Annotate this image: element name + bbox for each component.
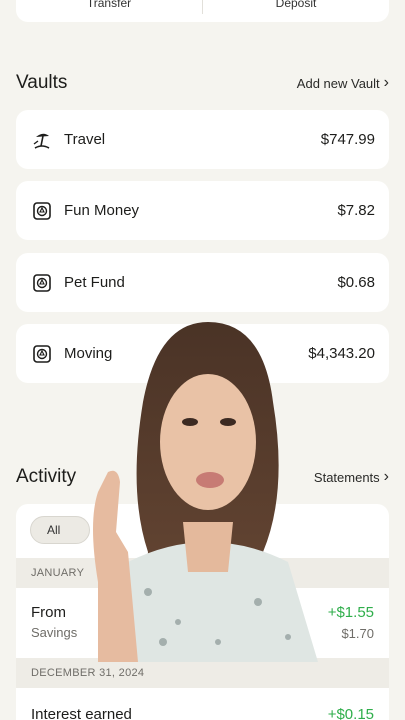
vaults-title: Vaults	[16, 72, 68, 93]
vault-lock-icon	[32, 201, 52, 221]
transfer-button[interactable]: Transfer	[16, 0, 202, 22]
vault-row-travel[interactable]: Travel $747.99	[16, 110, 389, 169]
vault-name: Pet Fund	[64, 274, 125, 291]
txn-title: Interest earned	[31, 706, 132, 720]
add-vault-link[interactable]: Add new Vault ›	[297, 75, 389, 91]
beach-icon	[32, 130, 52, 150]
vault-amount: $7.82	[337, 202, 375, 219]
date-header: DECEMBER 31, 2024	[16, 658, 389, 688]
top-actions-card: Transfer Deposit	[16, 0, 389, 22]
vault-row-fun-money[interactable]: Fun Money $7.82	[16, 181, 389, 240]
deposit-button[interactable]: Deposit	[203, 0, 389, 22]
chevron-right-icon: ›	[383, 468, 389, 485]
presenter-overlay	[58, 322, 348, 662]
vault-lock-icon	[32, 344, 52, 364]
txn-amount: +$0.15	[327, 706, 374, 720]
vault-name: Fun Money	[64, 202, 140, 219]
vaults-header: Vaults Add new Vault ›	[16, 72, 389, 94]
vault-amount: $0.68	[337, 274, 375, 291]
vault-name: Travel	[64, 131, 106, 148]
vault-amount: $747.99	[320, 131, 375, 148]
transfer-label: Transfer	[86, 0, 132, 10]
add-vault-label: Add new Vault	[296, 75, 380, 91]
chevron-right-icon: ›	[383, 74, 389, 91]
vault-lock-icon	[32, 273, 52, 293]
transaction-row[interactable]: Interest earned +$0.15	[16, 706, 389, 720]
vault-row-pet-fund[interactable]: Pet Fund $0.68	[16, 253, 389, 312]
deposit-label: Deposit	[275, 0, 317, 10]
